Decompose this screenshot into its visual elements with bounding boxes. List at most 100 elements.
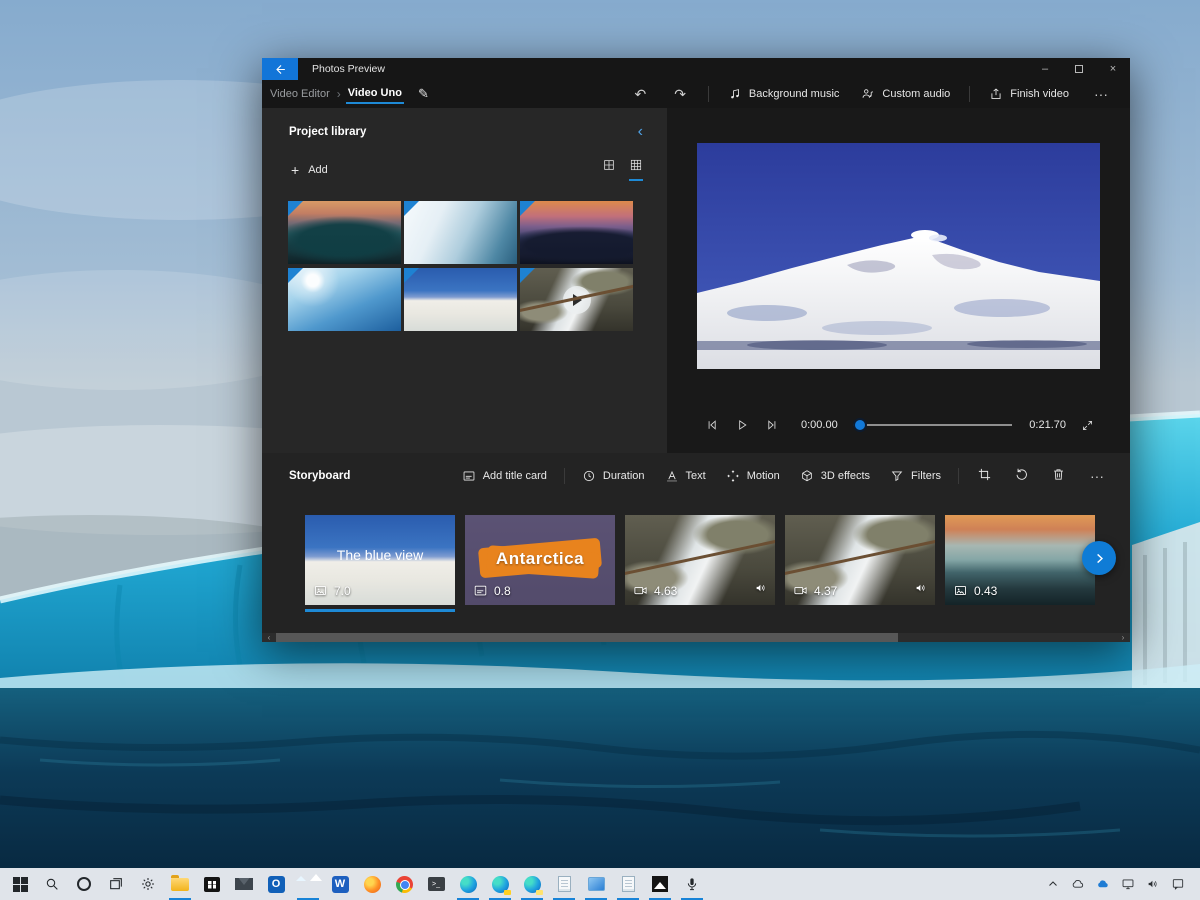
clip-iceberg-reflection[interactable]: 0.43 — [945, 515, 1095, 605]
more-options-button[interactable]: ··· — [1082, 82, 1120, 106]
step-forward-icon — [765, 418, 779, 432]
taskbar-voice-recorder[interactable] — [676, 868, 708, 900]
added-corner-icon — [404, 201, 419, 216]
title-card-icon — [462, 469, 476, 483]
breadcrumb-video-editor[interactable]: Video Editor — [270, 88, 330, 100]
taskbar-photos-legacy[interactable] — [644, 868, 676, 900]
taskbar-terminal[interactable]: >_ — [420, 868, 452, 900]
minimize-button[interactable]: – — [1028, 58, 1062, 80]
taskbar-photos-app[interactable] — [292, 868, 324, 900]
motion-button[interactable]: Motion — [717, 465, 789, 487]
rotate-icon — [1014, 467, 1029, 482]
seek-track — [853, 424, 1012, 426]
undo-button[interactable]: ↶ — [622, 82, 658, 107]
taskbar-chrome[interactable] — [388, 868, 420, 900]
tray-onedrive[interactable] — [1065, 868, 1090, 900]
clip-waterfall-1[interactable]: 4.63 — [625, 515, 775, 605]
taskbar-notepad-2[interactable] — [612, 868, 644, 900]
clip-waterfall-2[interactable]: 4.37 — [785, 515, 935, 605]
added-corner-icon — [288, 201, 303, 216]
storyboard-more-button[interactable]: ··· — [1078, 464, 1116, 488]
library-item-iceberg-wall[interactable] — [404, 201, 517, 264]
video-preview-frame[interactable] — [697, 143, 1100, 369]
collapse-library-icon[interactable]: ‹ — [638, 124, 643, 140]
crop-icon — [977, 467, 992, 482]
seek-slider[interactable] — [853, 418, 1012, 432]
breadcrumb-project-name[interactable]: Video Uno — [345, 87, 405, 104]
clip-duration: 0.43 — [974, 583, 998, 598]
taskbar-settings-button[interactable] — [132, 868, 164, 900]
task-view-button[interactable] — [100, 868, 132, 900]
divider — [969, 86, 971, 102]
back-button[interactable] — [262, 58, 298, 80]
search-icon — [44, 876, 60, 892]
previous-frame-button[interactable] — [697, 418, 727, 432]
clip-the-blue-view[interactable]: The blue view 7.0 — [305, 515, 455, 612]
delete-button[interactable] — [1041, 463, 1076, 489]
chevron-up-icon — [1046, 877, 1060, 891]
taskbar-mail[interactable] — [228, 868, 260, 900]
total-time: 0:21.70 — [1029, 419, 1066, 431]
text-button[interactable]: Text — [656, 465, 715, 487]
taskbar-edge-beta[interactable] — [484, 868, 516, 900]
added-corner-icon — [404, 268, 419, 283]
small-grid-view-button[interactable] — [629, 158, 643, 181]
video-camera-icon — [633, 583, 648, 598]
taskbar-edge-canary[interactable] — [516, 868, 548, 900]
tray-volume[interactable] — [1140, 868, 1165, 900]
close-button[interactable]: × — [1096, 58, 1130, 80]
taskbar-movies-tv[interactable] — [580, 868, 612, 900]
title-bar: Photos Preview – × — [262, 58, 1130, 80]
redo-button[interactable]: ↷ — [662, 82, 698, 107]
add-media-button[interactable]: + Add — [291, 162, 328, 178]
library-item-snowy-mountain[interactable] — [404, 268, 517, 331]
duration-button[interactable]: Duration — [573, 465, 654, 487]
fullscreen-button[interactable] — [1074, 419, 1100, 432]
add-title-card-button[interactable]: Add title card — [453, 465, 556, 487]
scrollbar-track[interactable] — [276, 633, 1116, 642]
clip-duration: 4.63 — [654, 583, 678, 598]
rename-project-icon[interactable]: ✎ — [418, 86, 429, 102]
custom-audio-button[interactable]: Custom audio — [852, 83, 959, 105]
outlook-icon: O — [267, 875, 285, 893]
library-item-iceberg-sunset-teal[interactable] — [288, 201, 401, 264]
seek-thumb[interactable] — [853, 418, 867, 432]
clip-antarctica-card[interactable]: Antarctica 0.8 — [465, 515, 615, 605]
large-grid-view-button[interactable] — [602, 158, 616, 181]
store-icon — [204, 876, 220, 892]
taskbar-edge[interactable] — [452, 868, 484, 900]
library-item-iceberg-sunset-purple[interactable] — [520, 201, 633, 264]
play-button[interactable] — [727, 418, 757, 432]
rotate-button[interactable] — [1004, 463, 1039, 489]
scroll-right-arrow[interactable]: › — [1116, 633, 1130, 642]
audio-speaker-icon — [754, 581, 768, 598]
taskbar-file-explorer[interactable] — [164, 868, 196, 900]
scroll-clips-next-button[interactable] — [1082, 541, 1116, 575]
background-music-button[interactable]: Background music — [719, 83, 849, 105]
back-arrow-icon — [274, 63, 287, 76]
next-frame-button[interactable] — [757, 418, 787, 432]
scrollbar-thumb[interactable] — [276, 633, 898, 642]
taskbar-firefox[interactable] — [356, 868, 388, 900]
taskbar-search-button[interactable] — [36, 868, 68, 900]
taskbar-word[interactable]: W — [324, 868, 356, 900]
start-button[interactable] — [4, 868, 36, 900]
tray-onedrive-work[interactable] — [1090, 868, 1115, 900]
finish-video-button[interactable]: Finish video — [980, 83, 1078, 105]
scroll-left-arrow[interactable]: ‹ — [262, 633, 276, 642]
filters-button[interactable]: Filters — [881, 465, 950, 487]
maximize-button[interactable] — [1062, 58, 1096, 80]
taskbar-notepad[interactable] — [548, 868, 580, 900]
crop-button[interactable] — [967, 463, 1002, 489]
taskbar-outlook[interactable]: O — [260, 868, 292, 900]
taskbar-microsoft-store[interactable] — [196, 868, 228, 900]
action-center-button[interactable] — [1165, 868, 1190, 900]
taskbar-cortana-button[interactable] — [68, 868, 100, 900]
library-item-waterfall-video[interactable] — [520, 268, 633, 331]
library-item-blue-iceberg[interactable] — [288, 268, 401, 331]
tray-expand-button[interactable] — [1040, 868, 1065, 900]
3d-effects-button[interactable]: 3D effects — [791, 465, 879, 487]
text-icon — [665, 469, 679, 483]
tray-display[interactable] — [1115, 868, 1140, 900]
storyboard-scrollbar[interactable]: ‹ › — [262, 633, 1130, 642]
